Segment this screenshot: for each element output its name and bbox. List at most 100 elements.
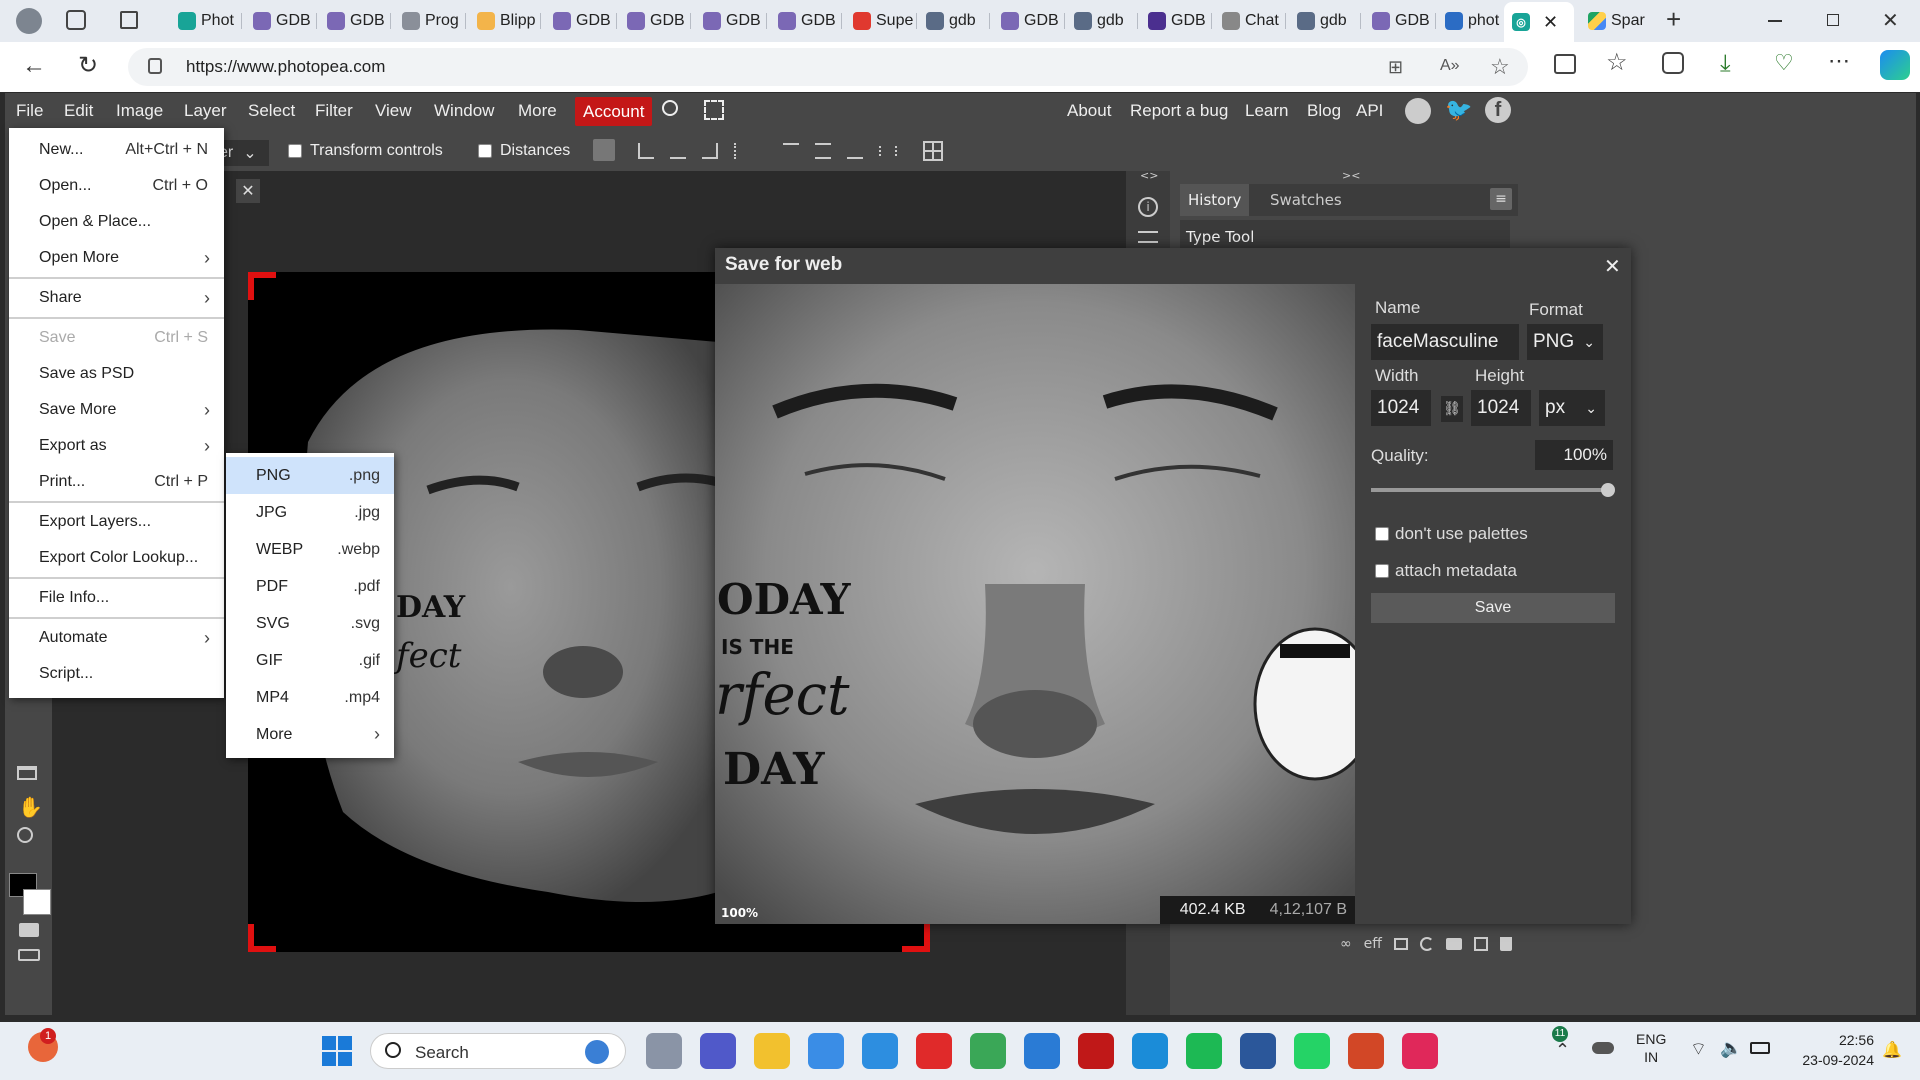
tab-5[interactable]: GDB <box>545 5 617 37</box>
tab-16[interactable]: GDB <box>1364 5 1436 37</box>
align-middle-icon[interactable] <box>815 143 831 159</box>
file-menu-item[interactable]: Open... Ctrl + O <box>9 168 224 204</box>
close-tab-icon[interactable]: ✕ <box>1543 12 1558 33</box>
align-left-icon[interactable] <box>638 143 654 159</box>
export-png[interactable]: PNG .png <box>226 457 394 494</box>
format-select[interactable]: PNG ⌄ <box>1527 324 1603 360</box>
menu-edit[interactable]: Edit <box>64 101 93 121</box>
file-menu-item[interactable]: Export as › <box>9 428 224 464</box>
adjustment-icon[interactable] <box>1419 937 1434 951</box>
tab-1[interactable]: GDB <box>245 5 317 37</box>
collapse-icon[interactable]: <> <box>1140 169 1158 182</box>
word-icon[interactable] <box>1240 1033 1276 1069</box>
clock[interactable]: 22:56 23-09-2024 <box>1786 1030 1874 1070</box>
file-menu-item[interactable]: Export Layers... <box>9 504 224 540</box>
file-menu-item[interactable]: Export Color Lookup... <box>9 540 224 576</box>
grid-icon[interactable] <box>923 141 943 161</box>
file-menu-item[interactable]: Save More › <box>9 392 224 428</box>
menu-filter[interactable]: Filter <box>315 101 353 121</box>
crop-corner-tl[interactable] <box>248 272 276 300</box>
link-about[interactable]: About <box>1067 101 1111 121</box>
wifi-icon[interactable]: ⌔ <box>1690 1038 1707 1061</box>
teams-icon[interactable] <box>700 1033 736 1069</box>
mcafee-icon[interactable] <box>1078 1033 1114 1069</box>
folder-icon[interactable] <box>1445 938 1462 950</box>
tab-12[interactable]: gdb <box>1066 5 1138 37</box>
zoom-tool-icon[interactable] <box>17 827 33 843</box>
export-pdf[interactable]: PDF .pdf <box>226 568 394 605</box>
export-jpg[interactable]: JPG .jpg <box>226 494 394 531</box>
account-button[interactable]: Account <box>575 97 653 126</box>
menu-layer[interactable]: Layer <box>184 101 227 121</box>
close-dialog-icon[interactable]: ✕ <box>1604 254 1621 278</box>
tab-17[interactable]: phot <box>1437 5 1509 37</box>
panel-menu-icon[interactable]: ≡ <box>1490 188 1512 210</box>
preview-image[interactable]: ODAY IS THE rfect DAY 100% 402.4 KB 4,12… <box>715 284 1355 924</box>
crop-corner-br[interactable] <box>902 924 930 952</box>
attach-metadata-checkbox[interactable] <box>1375 564 1389 578</box>
edge-icon[interactable] <box>1132 1033 1168 1069</box>
help-icon[interactable] <box>1024 1033 1060 1069</box>
favorite-star-icon[interactable]: ☆ <box>1490 54 1510 80</box>
workspaces-icon[interactable] <box>66 10 86 30</box>
twitter-icon[interactable]: 🐦 <box>1445 97 1472 123</box>
onedrive-icon[interactable] <box>1592 1042 1614 1054</box>
tab-15[interactable]: gdb <box>1289 5 1361 37</box>
link-layers-icon[interactable]: ∞ <box>1340 936 1352 952</box>
tab-9[interactable]: Supe <box>845 5 917 37</box>
tab-0[interactable]: Phot <box>170 5 242 37</box>
profile-avatar-icon[interactable] <box>16 8 42 34</box>
export-webp[interactable]: WEBP .webp <box>226 531 394 568</box>
align-center-icon[interactable] <box>670 143 686 159</box>
copilot-app-icon[interactable] <box>808 1033 844 1069</box>
powerpoint-icon[interactable] <box>1348 1033 1384 1069</box>
hand-tool-icon[interactable]: ✋ <box>18 795 43 819</box>
file-menu-item[interactable]: New... Alt+Ctrl + N <box>9 132 224 168</box>
microsoft-store-icon[interactable] <box>862 1033 898 1069</box>
app-available-icon[interactable]: ⊞ <box>1388 57 1403 78</box>
distances-checkbox[interactable] <box>478 144 492 158</box>
app-stack-icon[interactable] <box>1402 1033 1438 1069</box>
download-icon[interactable] <box>593 139 615 161</box>
tab-4[interactable]: Blipp <box>469 5 541 37</box>
close-window-icon[interactable]: ✕ <box>1882 8 1899 33</box>
downloads-icon[interactable]: ⤓ <box>1720 50 1731 78</box>
tab-11[interactable]: GDB <box>993 5 1065 37</box>
more-icon[interactable]: ⋯ <box>1828 48 1850 74</box>
file-menu-item[interactable]: Open & Place... <box>9 204 224 240</box>
quality-slider[interactable] <box>1371 483 1615 497</box>
back-icon[interactable]: ← <box>22 52 46 80</box>
file-menu-item[interactable]: Script... <box>9 656 224 692</box>
file-menu-item[interactable]: Automate › <box>9 620 224 656</box>
tab-spar[interactable]: Spar <box>1580 5 1648 37</box>
battery-icon[interactable] <box>1750 1042 1770 1054</box>
tab-3[interactable]: Prog <box>394 5 466 37</box>
quick-mask-icon[interactable] <box>19 923 39 937</box>
align-bottom-icon[interactable] <box>847 143 863 159</box>
chrome-icon[interactable] <box>970 1033 1006 1069</box>
tab-active-photopea[interactable]: ◎ ✕ <box>1504 2 1574 42</box>
effects-icon[interactable]: eff <box>1364 936 1382 952</box>
tool-mode-dropdown[interactable]: er ⌄ <box>217 140 269 166</box>
fullscreen-icon[interactable] <box>704 100 724 120</box>
file-menu-item[interactable]: Save as PSD <box>9 356 224 392</box>
name-input[interactable]: faceMasculine <box>1371 324 1519 360</box>
shape-tool-icon[interactable] <box>17 766 37 780</box>
mask-icon[interactable] <box>1393 938 1408 950</box>
link-api[interactable]: API <box>1356 101 1383 121</box>
refresh-icon[interactable]: ↻ <box>78 51 98 80</box>
unit-select[interactable]: px ⌄ <box>1539 390 1605 426</box>
link-report-a-bug[interactable]: Report a bug <box>1130 101 1228 121</box>
export-mp4[interactable]: MP4 .mp4 <box>226 679 394 716</box>
tab-7[interactable]: GDB <box>695 5 767 37</box>
favorites-icon[interactable]: ☆ <box>1606 48 1628 77</box>
tab-8[interactable]: GDB <box>770 5 842 37</box>
tab-13[interactable]: GDB <box>1140 5 1212 37</box>
search-icon[interactable] <box>662 100 678 116</box>
file-menu-item[interactable]: Print... Ctrl + P <box>9 464 224 500</box>
menu-image[interactable]: Image <box>116 101 163 121</box>
tab-2[interactable]: GDB <box>319 5 391 37</box>
keyboard-icon[interactable] <box>18 949 40 961</box>
language-indicator[interactable]: ENG IN <box>1636 1030 1666 1066</box>
width-input[interactable]: 1024 <box>1371 390 1431 426</box>
